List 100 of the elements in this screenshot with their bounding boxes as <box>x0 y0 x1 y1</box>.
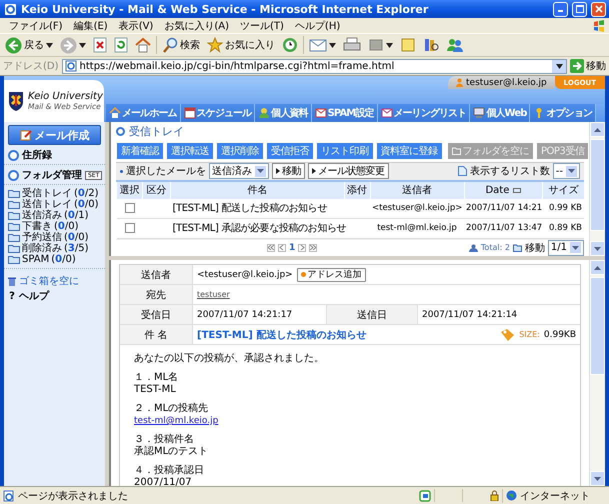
body-line: ４．投稿承認日 <box>134 465 205 477</box>
maximize-button[interactable] <box>572 2 587 16</box>
refresh-button[interactable] <box>112 35 130 55</box>
close-button[interactable] <box>591 2 606 16</box>
folder-link[interactable]: 削除済み <box>22 243 62 254</box>
previous-page-button[interactable] <box>278 244 286 252</box>
menu-item[interactable]: お気に入り(A) <box>159 18 234 32</box>
folder-link[interactable]: 予約送信 <box>22 232 62 243</box>
caret-icon <box>79 42 86 48</box>
menu-item[interactable]: 編集(E) <box>68 18 113 32</box>
trash-icon <box>8 276 16 286</box>
folder-icon <box>8 222 20 231</box>
received-date: 2007/11/07 14:21:17 <box>197 310 292 320</box>
folder-link[interactable]: 送信トレイ <box>22 199 72 210</box>
message-subject: [TEST-ML] 配送した投稿のお知らせ <box>197 328 366 342</box>
caret-icon <box>46 42 53 48</box>
folder-link[interactable]: SPAM <box>22 254 50 265</box>
field-label: 受信日 <box>141 308 171 322</box>
total-count: Total: 2 <box>480 243 510 252</box>
mail-size: 0.99 KB <box>548 203 582 214</box>
folder-link[interactable]: 下書き <box>22 221 52 232</box>
field-label: 送信日 <box>357 308 387 322</box>
row-checkbox[interactable] <box>124 203 134 214</box>
toolbar-button[interactable]: リスト印刷 <box>316 142 374 160</box>
minimize-button[interactable] <box>553 2 568 16</box>
add-address-button[interactable]: アドレス追加 <box>296 268 366 282</box>
toolbar-button[interactable]: 新着確認 <box>116 142 164 160</box>
caret-icon <box>257 169 264 174</box>
go-button[interactable]: 移動 <box>570 59 606 73</box>
folder-select[interactable]: 送信済み <box>209 163 269 180</box>
column-header: 選択 <box>116 180 142 199</box>
history-button[interactable] <box>280 35 300 55</box>
stop-button[interactable] <box>91 35 109 55</box>
last-page-icon <box>310 245 316 250</box>
toolbar-button[interactable]: 資料室に登録 <box>376 142 442 160</box>
page-select[interactable]: 1/1 <box>548 240 584 256</box>
body-line: あなたの以下の投稿が、承認されました。 <box>134 353 325 365</box>
mail-subject[interactable]: [TEST-ML] 承認が必要な投稿のお知らせ <box>172 223 346 234</box>
next-page-icon <box>299 245 306 250</box>
logo-title: Keio University <box>28 91 103 102</box>
sent-date: 2007/11/07 14:21:14 <box>422 310 518 320</box>
stop-icon <box>93 37 107 53</box>
folder-icon <box>8 255 20 264</box>
folder-icon <box>8 200 20 209</box>
toolbar-button[interactable]: 選択転送 <box>166 142 214 160</box>
scroll-thumb[interactable] <box>590 277 605 375</box>
address-book-link[interactable]: 住所録 <box>22 148 52 162</box>
list-count-select[interactable]: -- <box>552 163 580 180</box>
maximize-icon <box>576 5 584 13</box>
first-page-button[interactable] <box>267 244 275 252</box>
address-label: アドレス(D) <box>3 60 59 73</box>
favorites-button[interactable]: お気に入り <box>205 35 277 55</box>
house-icon <box>109 107 121 119</box>
nav-tab[interactable]: 個人Web <box>470 104 530 122</box>
recipient-link[interactable]: testuser <box>197 290 230 299</box>
nav-tab[interactable]: SPAM設定 <box>312 104 378 122</box>
menu-item[interactable]: 表示(V) <box>114 18 158 32</box>
search-button[interactable]: 検索 <box>160 35 202 55</box>
email-link[interactable]: test-ml@ml.keio.jp <box>134 415 566 427</box>
folder-title: 受信トレイ <box>129 124 184 140</box>
status-change-button[interactable]: メール状態変更 <box>308 163 388 180</box>
folder-icon <box>8 211 20 220</box>
nav-tab[interactable]: メーリングリスト <box>378 104 470 122</box>
body-line: ２．MLの投稿先 <box>134 403 210 415</box>
last-page-button[interactable] <box>309 244 318 252</box>
folder-manage-link[interactable]: フォルダ管理 <box>22 168 82 182</box>
compose-button[interactable]: メール作成 <box>8 125 101 145</box>
nav-tab[interactable]: スケジュール <box>180 104 256 122</box>
page-number[interactable]: 1 <box>289 242 296 253</box>
globe-icon <box>506 490 517 501</box>
next-page-button[interactable] <box>298 244 306 252</box>
help-link[interactable]: ヘルプ <box>19 289 49 303</box>
people-icon <box>446 37 464 53</box>
move-button[interactable]: 移動 <box>272 163 305 180</box>
folder-link[interactable]: 送信済み <box>22 210 62 221</box>
menu-item[interactable]: ファイル(F) <box>4 18 68 32</box>
mail-subject[interactable]: [TEST-ML] 配送した投稿のお知らせ <box>172 203 327 214</box>
sender-address: <testuser@l.keio.jp> <box>197 270 293 280</box>
menu-item[interactable]: ヘルプ(H) <box>290 18 346 32</box>
home-button[interactable] <box>133 35 153 55</box>
scroll-down-icon <box>594 476 601 480</box>
forward-button[interactable] <box>58 35 88 55</box>
scroll-thumb[interactable] <box>590 139 605 231</box>
address-field[interactable]: https://webmail.keio.jp/cgi-bin/htmlparse.cgi?html=frame.html <box>62 58 567 74</box>
back-button[interactable]: 戻る <box>3 35 55 55</box>
folder-link[interactable]: 受信トレイ <box>22 188 72 199</box>
toolbar-button[interactable]: 選択削除 <box>216 142 264 160</box>
windows-flag-icon <box>593 20 605 32</box>
menu-item[interactable]: ツール(T) <box>235 18 289 32</box>
row-checkbox[interactable] <box>124 223 134 234</box>
empty-trash-link[interactable]: ゴミ箱を空に <box>19 274 79 288</box>
address-dropdown-button[interactable] <box>552 60 566 72</box>
nav-tab[interactable]: メールホーム <box>106 104 181 122</box>
pencil-note-icon <box>20 129 32 141</box>
folder-icon <box>8 233 20 242</box>
nav-tab[interactable]: 個人資料 <box>255 104 312 122</box>
folder-count: (0/2) <box>74 188 99 199</box>
nav-tab[interactable]: オプション <box>530 104 596 122</box>
caret-icon <box>568 169 575 174</box>
toolbar-button[interactable]: 受信拒否 <box>266 142 314 160</box>
